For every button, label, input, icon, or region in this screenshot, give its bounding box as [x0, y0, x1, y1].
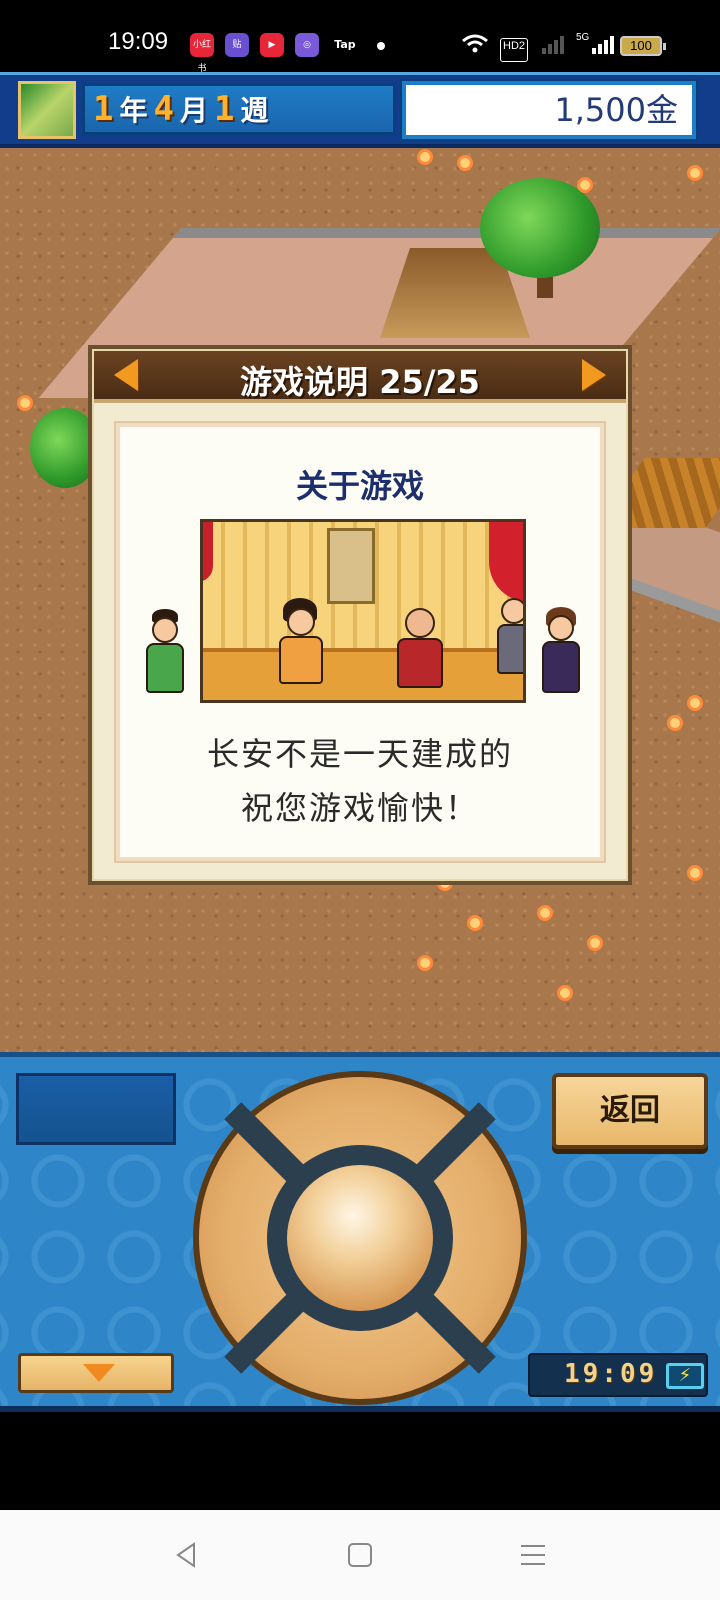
flower-icon: [670, 718, 680, 728]
back-button[interactable]: 返回: [552, 1073, 708, 1149]
letterbox-area: [0, 1412, 720, 1510]
notification-dot-icon: [377, 42, 385, 50]
date-display: 1 年 4 月 1 週: [82, 83, 396, 135]
arrow-down-icon[interactable]: [18, 1353, 174, 1393]
general-character: [393, 602, 443, 692]
year-number: 1: [93, 89, 114, 129]
tieba-app-icon: 贴: [225, 33, 249, 57]
year-unit: 年: [119, 94, 148, 127]
throne-floor: [203, 648, 523, 700]
dialog-body: 关于游戏 长安不是一天建成的 祝您游戏愉快！: [116, 423, 604, 861]
directional-pad[interactable]: [193, 1071, 527, 1405]
flower-icon: [20, 398, 30, 408]
nav-home-icon[interactable]: [345, 1540, 375, 1570]
message-line-1: 长安不是一天建成的: [206, 735, 513, 773]
nav-menu-icon[interactable]: [518, 1540, 548, 1570]
flower-icon: [420, 958, 430, 968]
month-number: 4: [153, 89, 174, 129]
game-clock: 19:09: [564, 1359, 658, 1389]
wifi-icon: [460, 32, 490, 56]
advisor-character: [142, 609, 186, 697]
info-box: [16, 1073, 176, 1145]
game-clock-panel: 19:09 ⚡: [528, 1353, 708, 1397]
dialog-header: 游戏说明 25/25: [94, 351, 626, 403]
palace-scene-illustration: [200, 519, 526, 703]
flower-icon: [420, 152, 430, 162]
status-bar: 19:09 小红书 贴 ▶ ◎ Tap HD2 5G 100: [0, 0, 720, 74]
dpad-center-button[interactable]: [287, 1165, 433, 1311]
xiaohongshu-app-icon: 小红书: [190, 33, 214, 74]
nav-back-icon[interactable]: [172, 1540, 202, 1570]
status-time: 19:09: [108, 28, 169, 55]
wall-scroll: [327, 528, 375, 604]
taptap-app-icon: Tap: [334, 38, 356, 51]
flower-icon: [690, 698, 700, 708]
flower-icon: [470, 918, 480, 928]
dialog-title: 游戏说明 25/25: [240, 363, 480, 401]
video-app-icon: ▶: [260, 33, 284, 57]
flower-icon: [580, 180, 590, 190]
flower-icon: [540, 908, 550, 918]
flower-icon: [560, 988, 570, 998]
tutorial-message: 长安不是一天建成的 祝您游戏愉快！: [120, 727, 600, 835]
month-unit: 月: [179, 94, 208, 127]
hd-badge: HD2: [500, 38, 529, 62]
tree-icon: [480, 178, 600, 278]
flower-icon: [690, 168, 700, 178]
money-display: 1,500金: [400, 79, 698, 141]
game-top-bar: 1 年 4 月 1 週 1,500金: [0, 72, 720, 148]
flower-icon: [590, 938, 600, 948]
system-nav-bar: [0, 1510, 720, 1600]
arrow-right-icon[interactable]: [582, 359, 606, 391]
signal-sim1-icon: [540, 32, 566, 56]
message-line-2: 祝您游戏愉快！: [240, 789, 479, 827]
battery-indicator: 100: [620, 36, 666, 56]
curtain: [203, 522, 213, 582]
lady-character: [538, 607, 582, 697]
curtain: [489, 522, 523, 602]
map-thumbnail-icon[interactable]: [18, 81, 76, 139]
week-unit: 週: [240, 94, 269, 127]
charging-icon: ⚡: [666, 1363, 704, 1389]
tutorial-dialog: 游戏说明 25/25 关于游戏 长安不是一天建成的 祝您游戏愉快！: [88, 345, 632, 885]
camera-app-icon: ◎: [295, 33, 319, 57]
flower-icon: [460, 158, 470, 168]
network-type-label: 5G: [576, 32, 590, 43]
week-number: 1: [214, 89, 235, 129]
control-panel: 返回 19:09 ⚡: [0, 1052, 720, 1412]
flower-icon: [690, 868, 700, 878]
signal-sim2-icon: [590, 32, 616, 56]
section-title: 关于游戏: [295, 467, 424, 505]
emperor-character: [275, 598, 325, 688]
minister-character: [493, 592, 523, 682]
